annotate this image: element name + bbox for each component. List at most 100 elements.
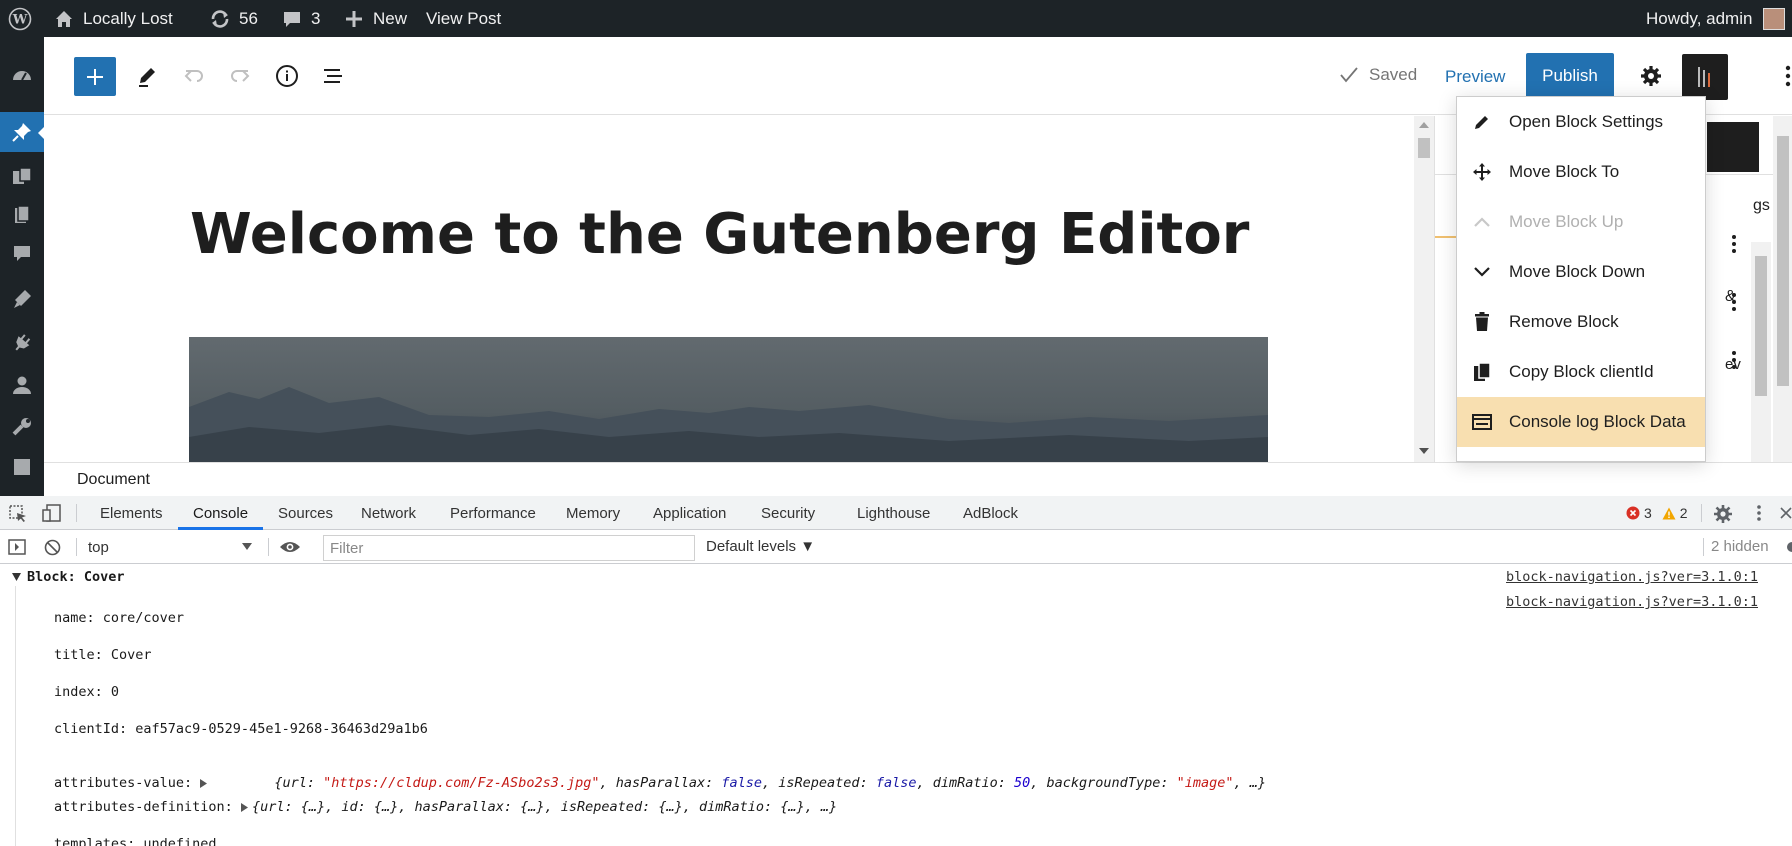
tab-adblock[interactable]: AdBlock (963, 496, 1018, 530)
log-string: "image" (1176, 775, 1234, 791)
tools-button[interactable] (128, 57, 166, 95)
menu-appearance[interactable] (0, 279, 44, 319)
menu-dashboard[interactable] (0, 56, 44, 96)
menu-users[interactable] (0, 365, 44, 405)
menu-plugins[interactable] (0, 323, 44, 363)
menu-item-open-block-settings[interactable]: Open Block Settings (1457, 97, 1705, 147)
cover-block[interactable] (189, 337, 1268, 462)
scroll-down-arrow[interactable] (1414, 442, 1434, 460)
tab-console[interactable]: Console (193, 496, 248, 530)
scroll-up-arrow[interactable] (1414, 116, 1434, 134)
view-post-link[interactable]: View Post (426, 0, 501, 37)
updates-count: 56 (239, 8, 258, 28)
sidebar-toggle-icon[interactable] (8, 539, 26, 555)
tab-elements[interactable]: Elements (100, 496, 163, 530)
menu-media[interactable] (0, 157, 44, 197)
console-filter-input[interactable]: Filter (323, 535, 695, 561)
menu-item-move-block-up[interactable]: Move Block Up (1457, 197, 1705, 247)
wp-logo-button[interactable]: W (8, 0, 32, 37)
menu-item-label: Remove Block (1509, 312, 1619, 331)
tab-application[interactable]: Application (653, 496, 726, 530)
tab-memory[interactable]: Memory (566, 496, 620, 530)
chevron-up-icon (1471, 211, 1493, 233)
devtools-settings-icon[interactable] (1713, 504, 1733, 524)
site-name-link[interactable]: Locally Lost (52, 0, 173, 37)
console-group-header[interactable]: Block: Cover (12, 569, 125, 585)
source-link[interactable]: block-navigation.js?ver=3.1.0:1 (1506, 594, 1758, 610)
menu-item-label: Console log Block Data (1509, 412, 1686, 431)
gear-icon (1639, 64, 1663, 88)
undo-icon (183, 65, 205, 87)
list-view-button[interactable] (314, 57, 352, 95)
source-link[interactable]: block-navigation.js?ver=3.1.0:1 (1506, 569, 1758, 585)
redo-button[interactable] (221, 57, 259, 95)
scroll-thumb[interactable] (1777, 136, 1789, 386)
post-title[interactable]: Welcome to the Gutenberg Editor (190, 202, 1249, 267)
menu-tools[interactable] (0, 407, 44, 447)
more-vertical-icon[interactable] (1731, 350, 1737, 370)
chevron-down-icon (1471, 261, 1493, 283)
tab-security[interactable]: Security (761, 496, 815, 530)
canvas-scrollbar[interactable] (1414, 116, 1434, 462)
menu-comments[interactable] (0, 234, 44, 274)
menu-item-console-log-block-data[interactable]: Console log Block Data (1457, 397, 1705, 447)
block-inserter-button[interactable] (74, 57, 116, 96)
preview-button[interactable]: Preview (1445, 67, 1505, 87)
log-line-attributes-definition[interactable]: attributes-definition: {url: {…}, id: {…… (54, 799, 837, 815)
admin-menu (0, 37, 45, 496)
updates-link[interactable]: 56 (208, 0, 258, 37)
dropdown-arrow-icon (242, 543, 252, 550)
clear-console-icon[interactable] (44, 539, 61, 556)
menu-item-remove-block[interactable]: Remove Block (1457, 297, 1705, 347)
sidebar-scrollbar[interactable] (1773, 116, 1792, 462)
dashboard-icon (11, 65, 33, 87)
more-vertical-icon[interactable] (1756, 504, 1762, 522)
tab-sources[interactable]: Sources (278, 496, 333, 530)
log-levels-dropdown[interactable]: Default levels ▼ (706, 538, 815, 555)
close-icon[interactable] (1737, 136, 1753, 152)
details-button[interactable] (268, 57, 306, 95)
comment-icon (280, 7, 304, 31)
my-account-link[interactable]: Howdy, admin (1646, 0, 1786, 37)
menu-settings[interactable] (0, 456, 44, 478)
comments-link[interactable]: 3 (280, 0, 320, 37)
howdy-text: Howdy, admin (1646, 8, 1753, 28)
hidden-messages-count[interactable]: 2 hidden (1711, 538, 1769, 555)
tab-lighthouse[interactable]: Lighthouse (857, 496, 930, 530)
more-options-button[interactable] (1778, 59, 1792, 93)
mountains-image (189, 387, 1268, 462)
close-icon[interactable] (1780, 506, 1792, 520)
inspect-element-icon[interactable] (9, 505, 27, 523)
menu-item-move-block-down[interactable]: Move Block Down (1457, 247, 1705, 297)
warnings-count: 2 (1679, 505, 1688, 521)
breadcrumb-document[interactable]: Document (77, 471, 150, 489)
tab-network[interactable]: Network (361, 496, 416, 530)
more-vertical-icon[interactable] (1731, 292, 1737, 312)
block-navigation-button[interactable] (1682, 54, 1728, 100)
menu-item-copy-block-clientid[interactable]: Copy Block clientId (1457, 347, 1705, 397)
console-settings-icon[interactable] (1785, 540, 1792, 554)
filter-placeholder: Filter (330, 539, 364, 557)
new-content-link[interactable]: New (342, 0, 407, 37)
publish-button[interactable]: Publish (1526, 53, 1614, 98)
menu-pages[interactable] (0, 195, 44, 235)
menu-item-move-block-to[interactable]: Move Block To (1457, 147, 1705, 197)
eye-icon[interactable] (279, 540, 301, 554)
log-text: , …} (1233, 775, 1267, 791)
home-icon (52, 7, 76, 31)
log-line-title: title: Cover (54, 647, 152, 663)
scroll-thumb[interactable] (1755, 256, 1767, 396)
issues-counter[interactable]: 3 2 (1626, 505, 1688, 521)
more-vertical-icon[interactable] (1731, 234, 1737, 254)
settings-button[interactable] (1634, 59, 1668, 93)
device-toolbar-icon[interactable] (42, 504, 62, 522)
undo-button[interactable] (175, 57, 213, 95)
tab-performance[interactable]: Performance (450, 496, 536, 530)
sidebar-inner-scrollbar[interactable] (1751, 242, 1771, 462)
context-selector[interactable]: top (82, 535, 258, 559)
sidebar-tab-fragment: gs (1753, 197, 1770, 214)
scroll-thumb[interactable] (1418, 138, 1430, 158)
users-icon (11, 374, 33, 396)
expanded-triangle-icon (12, 573, 21, 581)
pin-icon (11, 121, 33, 143)
